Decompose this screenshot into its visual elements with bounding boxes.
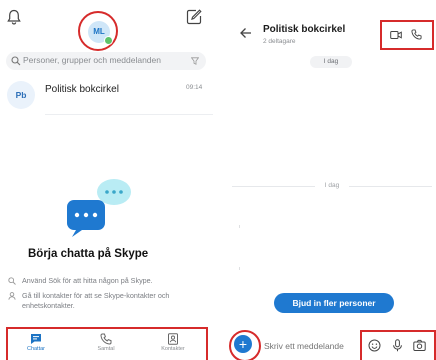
invite-more-button[interactable]: Bjud in fler personer <box>274 293 394 313</box>
bell-icon[interactable] <box>7 9 21 25</box>
call-actions <box>380 20 434 50</box>
tab-calls[interactable]: Samtal <box>86 333 126 359</box>
chat-name: Politisk bokcirkel <box>45 84 119 95</box>
tab-chats-label: Chattar <box>26 346 46 352</box>
plus-icon[interactable]: + <box>234 335 252 353</box>
phone-icon[interactable] <box>411 29 422 40</box>
chat-time: 09:14 <box>186 84 203 91</box>
conversation-screen: Politisk bokcirkel 2 deltagare I dag I d… <box>227 0 436 360</box>
search-icon <box>11 56 21 66</box>
bottom-navigation: Chattar Samtal Kontakter <box>0 326 213 360</box>
chat-bubbles-illustration <box>67 179 131 237</box>
tip-search: Använd Sök för att hitta någon på Skype. <box>8 276 208 286</box>
filter-icon[interactable] <box>191 57 199 65</box>
chat-icon <box>31 334 41 344</box>
chat-list-item[interactable]: Pb Politisk bokcirkel 09:14 <box>0 77 213 111</box>
microphone-icon[interactable] <box>391 339 404 352</box>
search-bar[interactable]: Personer, grupper och meddelanden <box>6 52 206 70</box>
compose-icon[interactable] <box>186 9 202 25</box>
search-placeholder: Personer, grupper och meddelanden <box>23 55 161 65</box>
message-tick: ı <box>239 266 241 272</box>
chat-avatar: Pb <box>7 81 35 109</box>
date-pill: I dag <box>310 56 352 68</box>
back-icon[interactable] <box>240 27 252 39</box>
person-icon <box>8 292 16 300</box>
tip-contacts-text: Gå till kontakter för att se Skype-konta… <box>22 291 170 310</box>
empty-state-title: Börja chatta på Skype <box>28 248 149 260</box>
phone-icon <box>100 333 112 345</box>
conversation-title[interactable]: Politisk bokcirkel <box>263 24 345 35</box>
profile-avatar-button[interactable]: ML <box>78 11 118 51</box>
tab-calls-label: Samtal <box>97 346 115 352</box>
chats-header: ML <box>0 0 213 51</box>
contacts-icon <box>168 333 178 345</box>
tab-contacts[interactable]: Kontakter <box>153 333 193 359</box>
tip-contacts: Gå till kontakter för att se Skype-konta… <box>8 291 208 311</box>
screen-divider <box>213 0 227 360</box>
date-separator-label: I dag <box>315 181 349 191</box>
participant-count: 2 deltagare <box>263 38 296 45</box>
tab-contacts-label: Kontakter <box>161 346 185 352</box>
search-icon <box>8 277 16 285</box>
row-divider <box>45 114 213 115</box>
online-status-dot <box>104 36 113 45</box>
message-compose-bar: + <box>227 330 436 360</box>
tip-search-text: Använd Sök för att hitta någon på Skype. <box>22 276 153 285</box>
compose-tools <box>360 330 436 360</box>
message-tick: ı <box>239 224 241 230</box>
camera-icon[interactable] <box>413 339 426 352</box>
tab-chats[interactable]: Chattar <box>16 333 56 359</box>
emoji-icon[interactable] <box>368 339 381 352</box>
chats-screen: ML Personer, grupper och meddelanden Pb … <box>0 0 213 360</box>
video-icon[interactable] <box>390 30 402 40</box>
message-input[interactable] <box>264 341 350 351</box>
